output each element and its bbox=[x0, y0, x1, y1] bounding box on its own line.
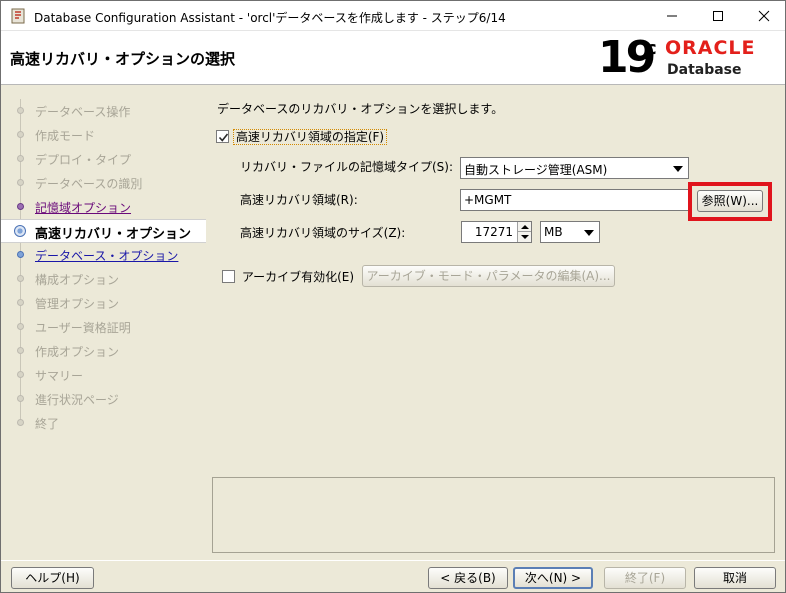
step-creation-options: 作成オプション bbox=[1, 339, 206, 363]
fra-checkbox-row[interactable]: 高速リカバリ領域の指定(F) bbox=[216, 128, 388, 145]
fra-location-label: 高速リカバリ領域(R): bbox=[240, 193, 358, 207]
close-button[interactable] bbox=[741, 1, 785, 31]
finish-button[interactable]: 終了(F) bbox=[604, 567, 686, 589]
step-deployment-type: デプロイ・タイプ bbox=[1, 147, 206, 171]
fra-location-input[interactable] bbox=[461, 190, 688, 210]
close-icon bbox=[758, 10, 770, 22]
fra-size-value: 17271 bbox=[474, 225, 513, 239]
step-dot-icon bbox=[17, 299, 24, 306]
step-dot-icon bbox=[17, 323, 24, 330]
archive-checkbox[interactable] bbox=[222, 270, 235, 283]
step-label: 作成オプション bbox=[35, 345, 120, 359]
step-summary: サマリー bbox=[1, 363, 206, 387]
step-database-identification: データベースの識別 bbox=[1, 171, 206, 195]
archive-checkbox-label: アーカイブ有効化(E) bbox=[241, 270, 355, 284]
step-label: 作成モード bbox=[35, 129, 96, 143]
spinner-up-icon[interactable] bbox=[517, 222, 531, 232]
step-label: 高速リカバリ・オプション bbox=[35, 227, 192, 242]
step-database-options[interactable]: データベース・オプション bbox=[1, 243, 206, 267]
maximize-icon bbox=[713, 11, 723, 21]
step-dot-icon bbox=[17, 251, 24, 258]
fra-size-label: 高速リカバリ領域のサイズ(Z): bbox=[240, 226, 406, 240]
logo-version-suffix: c bbox=[646, 38, 657, 59]
step-storage-option[interactable]: 記憶域オプション bbox=[1, 195, 206, 219]
spinner-down-icon[interactable] bbox=[517, 232, 531, 242]
window-title: Database Configuration Assistant - 'orcl… bbox=[34, 11, 506, 25]
step-database-operation: データベース操作 bbox=[1, 99, 206, 123]
step-user-credentials: ユーザー資格証明 bbox=[1, 315, 206, 339]
step-management-options: 管理オプション bbox=[1, 291, 206, 315]
app-icon bbox=[11, 8, 25, 24]
step-label: データベース・オプション bbox=[35, 249, 179, 263]
step-dot-icon bbox=[17, 107, 24, 114]
step-dot-icon bbox=[17, 371, 24, 378]
storage-type-value: 自動ストレージ管理(ASM) bbox=[464, 163, 608, 177]
step-dot-icon bbox=[17, 203, 24, 210]
archive-params-button[interactable]: アーカイブ・モード・パラメータの編集(A)... bbox=[362, 265, 615, 287]
minimize-icon bbox=[667, 15, 677, 17]
step-dot-icon bbox=[17, 395, 24, 402]
step-finish: 終了 bbox=[1, 411, 206, 435]
step-dot-icon bbox=[17, 179, 24, 186]
fra-location-field[interactable] bbox=[460, 189, 689, 211]
fra-size-unit-select[interactable]: MB bbox=[540, 221, 600, 243]
minimize-button[interactable] bbox=[649, 1, 695, 31]
storage-type-label: リカバリ・ファイルの記憶域タイプ(S): bbox=[240, 160, 454, 174]
step-dot-icon bbox=[17, 347, 24, 354]
step-current-icon bbox=[14, 225, 26, 237]
checkmark-icon bbox=[218, 133, 229, 142]
instruction-text: データベースのリカバリ・オプションを選択します。 bbox=[217, 102, 504, 116]
wizard-steps: データベース操作 作成モード デプロイ・タイプ データベースの識別 記憶域オプシ… bbox=[1, 87, 206, 447]
step-fast-recovery-option: 高速リカバリ・オプション bbox=[1, 219, 206, 243]
step-label: 構成オプション bbox=[35, 273, 120, 287]
back-button[interactable]: < 戻る(B) bbox=[428, 567, 508, 589]
maximize-button[interactable] bbox=[695, 1, 741, 31]
dbca-window: Database Configuration Assistant - 'orcl… bbox=[0, 0, 786, 593]
next-button[interactable]: 次へ(N) > bbox=[513, 567, 593, 589]
step-dot-icon bbox=[17, 131, 24, 138]
step-label: データベースの識別 bbox=[35, 177, 143, 191]
step-dot-icon bbox=[17, 419, 24, 426]
step-dot-icon bbox=[17, 155, 24, 162]
step-label: データベース操作 bbox=[35, 105, 131, 119]
chevron-down-icon bbox=[584, 230, 594, 236]
step-label: デプロイ・タイプ bbox=[35, 153, 132, 167]
fra-checkbox-label: 高速リカバリ領域の指定(F) bbox=[232, 129, 388, 145]
title-bar: Database Configuration Assistant - 'orcl… bbox=[1, 1, 785, 31]
highlight-annotation bbox=[688, 182, 772, 221]
message-pane bbox=[212, 477, 775, 553]
fra-checkbox[interactable] bbox=[216, 130, 229, 143]
step-progress-page: 進行状況ページ bbox=[1, 387, 206, 411]
step-label: 進行状況ページ bbox=[35, 393, 119, 407]
step-creation-mode: 作成モード bbox=[1, 123, 206, 147]
step-label: 管理オプション bbox=[35, 297, 120, 311]
archive-checkbox-row[interactable]: アーカイブ有効化(E) bbox=[222, 268, 354, 285]
step-configuration-options: 構成オプション bbox=[1, 267, 206, 291]
help-button[interactable]: ヘルプ(H) bbox=[11, 567, 94, 589]
fra-size-spinner[interactable]: 17271 bbox=[461, 221, 532, 243]
step-label: 終了 bbox=[35, 417, 60, 431]
cancel-button[interactable]: 取消 bbox=[694, 567, 776, 589]
logo-version: 19 bbox=[598, 32, 656, 83]
oracle-logo: ORACLE bbox=[665, 37, 756, 59]
step-label: ユーザー資格証明 bbox=[35, 321, 131, 335]
step-label: 記憶域オプション bbox=[35, 201, 132, 215]
page-title: 高速リカバリ・オプションの選択 bbox=[10, 50, 236, 68]
step-dot-icon bbox=[17, 275, 24, 282]
storage-type-select[interactable]: 自動ストレージ管理(ASM) bbox=[460, 157, 689, 179]
chevron-down-icon bbox=[673, 166, 683, 172]
wizard-header: 高速リカバリ・オプションの選択 19 c ORACLE Database bbox=[1, 31, 785, 85]
footer-divider bbox=[1, 560, 785, 561]
logo-product: Database bbox=[667, 62, 742, 78]
fra-size-unit-value: MB bbox=[544, 225, 563, 239]
step-label: サマリー bbox=[35, 369, 84, 383]
